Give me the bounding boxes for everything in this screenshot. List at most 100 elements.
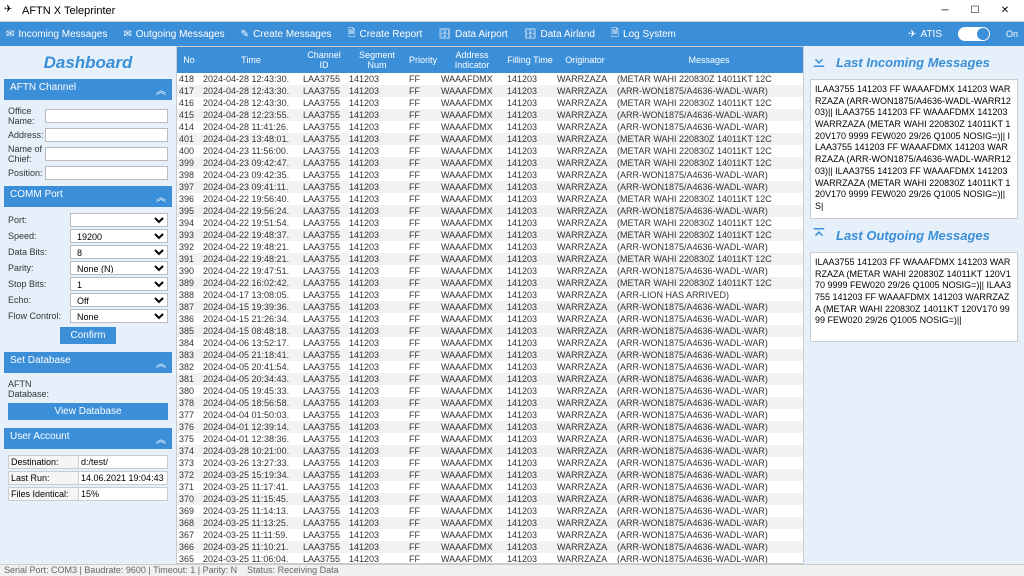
table-row[interactable]: 3862024-04-15 21:26:34.LAA3755141203FFWA…	[177, 313, 803, 325]
table-row[interactable]: 3692024-03-25 11:14:13.LAA3755141203FFWA…	[177, 505, 803, 517]
position-input[interactable]	[45, 166, 168, 180]
table-cell: LAA3755	[301, 133, 347, 145]
last-outgoing-box[interactable]: ILAA3755 141203 FF WAAAFDMX 141203 WARRZ…	[810, 252, 1018, 342]
table-row[interactable]: 3952024-04-22 19:56:24.LAA3755141203FFWA…	[177, 205, 803, 217]
close-button[interactable]: ✕	[990, 0, 1020, 22]
titlebar: ✈ AFTN X Teleprinter ─ ☐ ✕	[0, 0, 1024, 22]
incoming-messages-button[interactable]: ✉Incoming Messages	[6, 29, 107, 40]
chief-input[interactable]	[45, 147, 168, 161]
databits-select[interactable]: 8	[70, 245, 168, 259]
table-row[interactable]: 3772024-04-04 01:50:03.LAA3755141203FFWA…	[177, 409, 803, 421]
table-row[interactable]: 3972024-04-23 09:41:11.LAA3755141203FFWA…	[177, 181, 803, 193]
create-report-button[interactable]: 🗎Create Report	[347, 26, 422, 43]
table-row[interactable]: 4182024-04-28 12:43:30.LAA3755141203FFWA…	[177, 73, 803, 85]
table-cell: FF	[407, 505, 439, 517]
table-row[interactable]: 3802024-04-05 19:45:33.LAA3755141203FFWA…	[177, 385, 803, 397]
create-messages-button[interactable]: ✎Create Messages	[241, 29, 332, 40]
table-row[interactable]: 3982024-04-23 09:42:35.LAA3755141203FFWA…	[177, 169, 803, 181]
confirm-button[interactable]: Confirm	[60, 327, 115, 344]
column-header[interactable]: Messages	[615, 47, 803, 73]
column-header[interactable]: Segment Num	[347, 47, 407, 73]
atis-button[interactable]: ✈ATIS	[908, 29, 942, 40]
comm-port-header[interactable]: COMM Port	[4, 186, 172, 207]
column-header[interactable]: Originator	[555, 47, 615, 73]
column-header[interactable]: Time	[201, 47, 301, 73]
table-row[interactable]: 3842024-04-06 13:52:17.LAA3755141203FFWA…	[177, 337, 803, 349]
table-row[interactable]: 3942024-04-22 19:51:54.LAA3755141203FFWA…	[177, 217, 803, 229]
data-airport-button[interactable]: 🗄Data Airport	[438, 29, 508, 40]
table-cell: WARRZAZA	[555, 529, 615, 541]
table-row[interactable]: 3672024-03-25 11:11:59.LAA3755141203FFWA…	[177, 529, 803, 541]
table-row[interactable]: 3782024-04-05 18:56:58.LAA3755141203FFWA…	[177, 397, 803, 409]
office-name-input[interactable]	[45, 109, 168, 123]
log-system-button[interactable]: 🗎Log System	[611, 26, 676, 43]
toggle-switch[interactable]	[958, 27, 990, 41]
maximize-button[interactable]: ☐	[960, 0, 990, 22]
stopbits-select[interactable]: 1	[70, 277, 168, 291]
port-select[interactable]	[70, 213, 168, 227]
column-header[interactable]: Address Indicator	[439, 47, 505, 73]
table-row[interactable]: 3762024-04-01 12:39:14.LAA3755141203FFWA…	[177, 421, 803, 433]
table-row[interactable]: 3682024-03-25 11:13:25.LAA3755141203FFWA…	[177, 517, 803, 529]
table-row[interactable]: 3752024-04-01 12:38:36.LAA3755141203FFWA…	[177, 433, 803, 445]
flow-select[interactable]: None	[70, 309, 168, 323]
user-account-header[interactable]: User Account	[4, 428, 172, 449]
table-row[interactable]: 4162024-04-28 12:43:30.LAA3755141203FFWA…	[177, 97, 803, 109]
column-header[interactable]: No	[177, 47, 201, 73]
table-row[interactable]: 3912024-04-22 19:48:21.LAA3755141203FFWA…	[177, 253, 803, 265]
table-row[interactable]: 4142024-04-28 11:41:26.LAA3755141203FFWA…	[177, 121, 803, 133]
table-row[interactable]: 3742024-03-28 10:21:00.LAA3755141203FFWA…	[177, 445, 803, 457]
column-header[interactable]: Priority	[407, 47, 439, 73]
table-row[interactable]: 3892024-04-22 16:02:42.LAA3755141203FFWA…	[177, 277, 803, 289]
table-row[interactable]: 3732024-03-26 13:27:33.LAA3755141203FFWA…	[177, 457, 803, 469]
table-cell: (ARR-WON1875/A4636-WADL-WAR)	[615, 469, 803, 481]
table-row[interactable]: 3962024-04-22 19:56:40.LAA3755141203FFWA…	[177, 193, 803, 205]
table-row[interactable]: 4152024-04-28 12:23:55.LAA3755141203FFWA…	[177, 109, 803, 121]
table-row[interactable]: 3872024-04-15 19:39:36.LAA3755141203FFWA…	[177, 301, 803, 313]
address-input[interactable]	[45, 128, 168, 142]
table-cell: 2024-03-25 11:13:25.	[201, 517, 301, 529]
table-cell: FF	[407, 133, 439, 145]
outgoing-messages-button[interactable]: ✉Outgoing Messages	[123, 29, 224, 40]
table-row[interactable]: 3832024-04-05 21:18:41.LAA3755141203FFWA…	[177, 349, 803, 361]
table-row[interactable]: 3992024-04-23 09:42:47.LAA3755141203FFWA…	[177, 157, 803, 169]
table-row[interactable]: 3922024-04-22 19:48:21.LAA3755141203FFWA…	[177, 241, 803, 253]
table-row[interactable]: 3652024-03-25 11:06:04.LAA3755141203FFWA…	[177, 553, 803, 564]
table-row[interactable]: 3932024-04-22 19:48:37.LAA3755141203FFWA…	[177, 229, 803, 241]
message-table-container[interactable]: NoTimeChannel IDSegment NumPriorityAddre…	[176, 46, 804, 564]
table-cell: WAAAFDMX	[439, 73, 505, 85]
table-cell: 141203	[505, 241, 555, 253]
table-cell: FF	[407, 481, 439, 493]
set-database-header[interactable]: Set Database	[4, 352, 172, 373]
column-header[interactable]: Filling Time	[505, 47, 555, 73]
speed-select[interactable]: 19200	[70, 229, 168, 243]
table-row[interactable]: 3852024-04-15 08:48:18.LAA3755141203FFWA…	[177, 325, 803, 337]
minimize-button[interactable]: ─	[930, 0, 960, 22]
table-row[interactable]: 3712024-03-25 11:17:41.LAA3755141203FFWA…	[177, 481, 803, 493]
table-row[interactable]: 3882024-04-17 13:08:05.LAA3755141203FFWA…	[177, 289, 803, 301]
table-row[interactable]: 3662024-03-25 11:10:21.LAA3755141203FFWA…	[177, 541, 803, 553]
table-row[interactable]: 3722024-03-25 15:19:34.LAA3755141203FFWA…	[177, 469, 803, 481]
table-cell: WAAAFDMX	[439, 181, 505, 193]
table-row[interactable]: 3902024-04-22 19:47:51.LAA3755141203FFWA…	[177, 265, 803, 277]
table-row[interactable]: 4002024-04-23 11:56:00.LAA3755141203FFWA…	[177, 145, 803, 157]
data-airland-button[interactable]: 🗄Data Airland	[524, 29, 595, 40]
table-cell: 383	[177, 349, 201, 361]
last-incoming-box[interactable]: ILAA3755 141203 FF WAAAFDMX 141203 WARRZ…	[810, 79, 1018, 219]
table-row[interactable]: 4012024-04-23 13:48:01.LAA3755141203FFWA…	[177, 133, 803, 145]
table-row[interactable]: 3822024-04-05 20:41:54.LAA3755141203FFWA…	[177, 361, 803, 373]
table-cell: 384	[177, 337, 201, 349]
table-cell: (ARR-WON1875/A4636-WADL-WAR)	[615, 265, 803, 277]
table-row[interactable]: 3812024-04-05 20:34:43.LAA3755141203FFWA…	[177, 373, 803, 385]
dashboard-title: Dashboard	[4, 50, 172, 76]
table-cell: WARRZAZA	[555, 361, 615, 373]
echo-select[interactable]: Off	[70, 293, 168, 307]
table-cell: FF	[407, 373, 439, 385]
column-header[interactable]: Channel ID	[301, 47, 347, 73]
table-row[interactable]: 3702024-03-25 11:15:45.LAA3755141203FFWA…	[177, 493, 803, 505]
view-database-button[interactable]: View Database	[8, 403, 168, 420]
parity-select[interactable]: None (N)	[70, 261, 168, 275]
aftn-channel-header[interactable]: AFTN Channel	[4, 79, 172, 100]
table-cell: WARRZAZA	[555, 553, 615, 564]
table-row[interactable]: 4172024-04-28 12:43:30.LAA3755141203FFWA…	[177, 85, 803, 97]
